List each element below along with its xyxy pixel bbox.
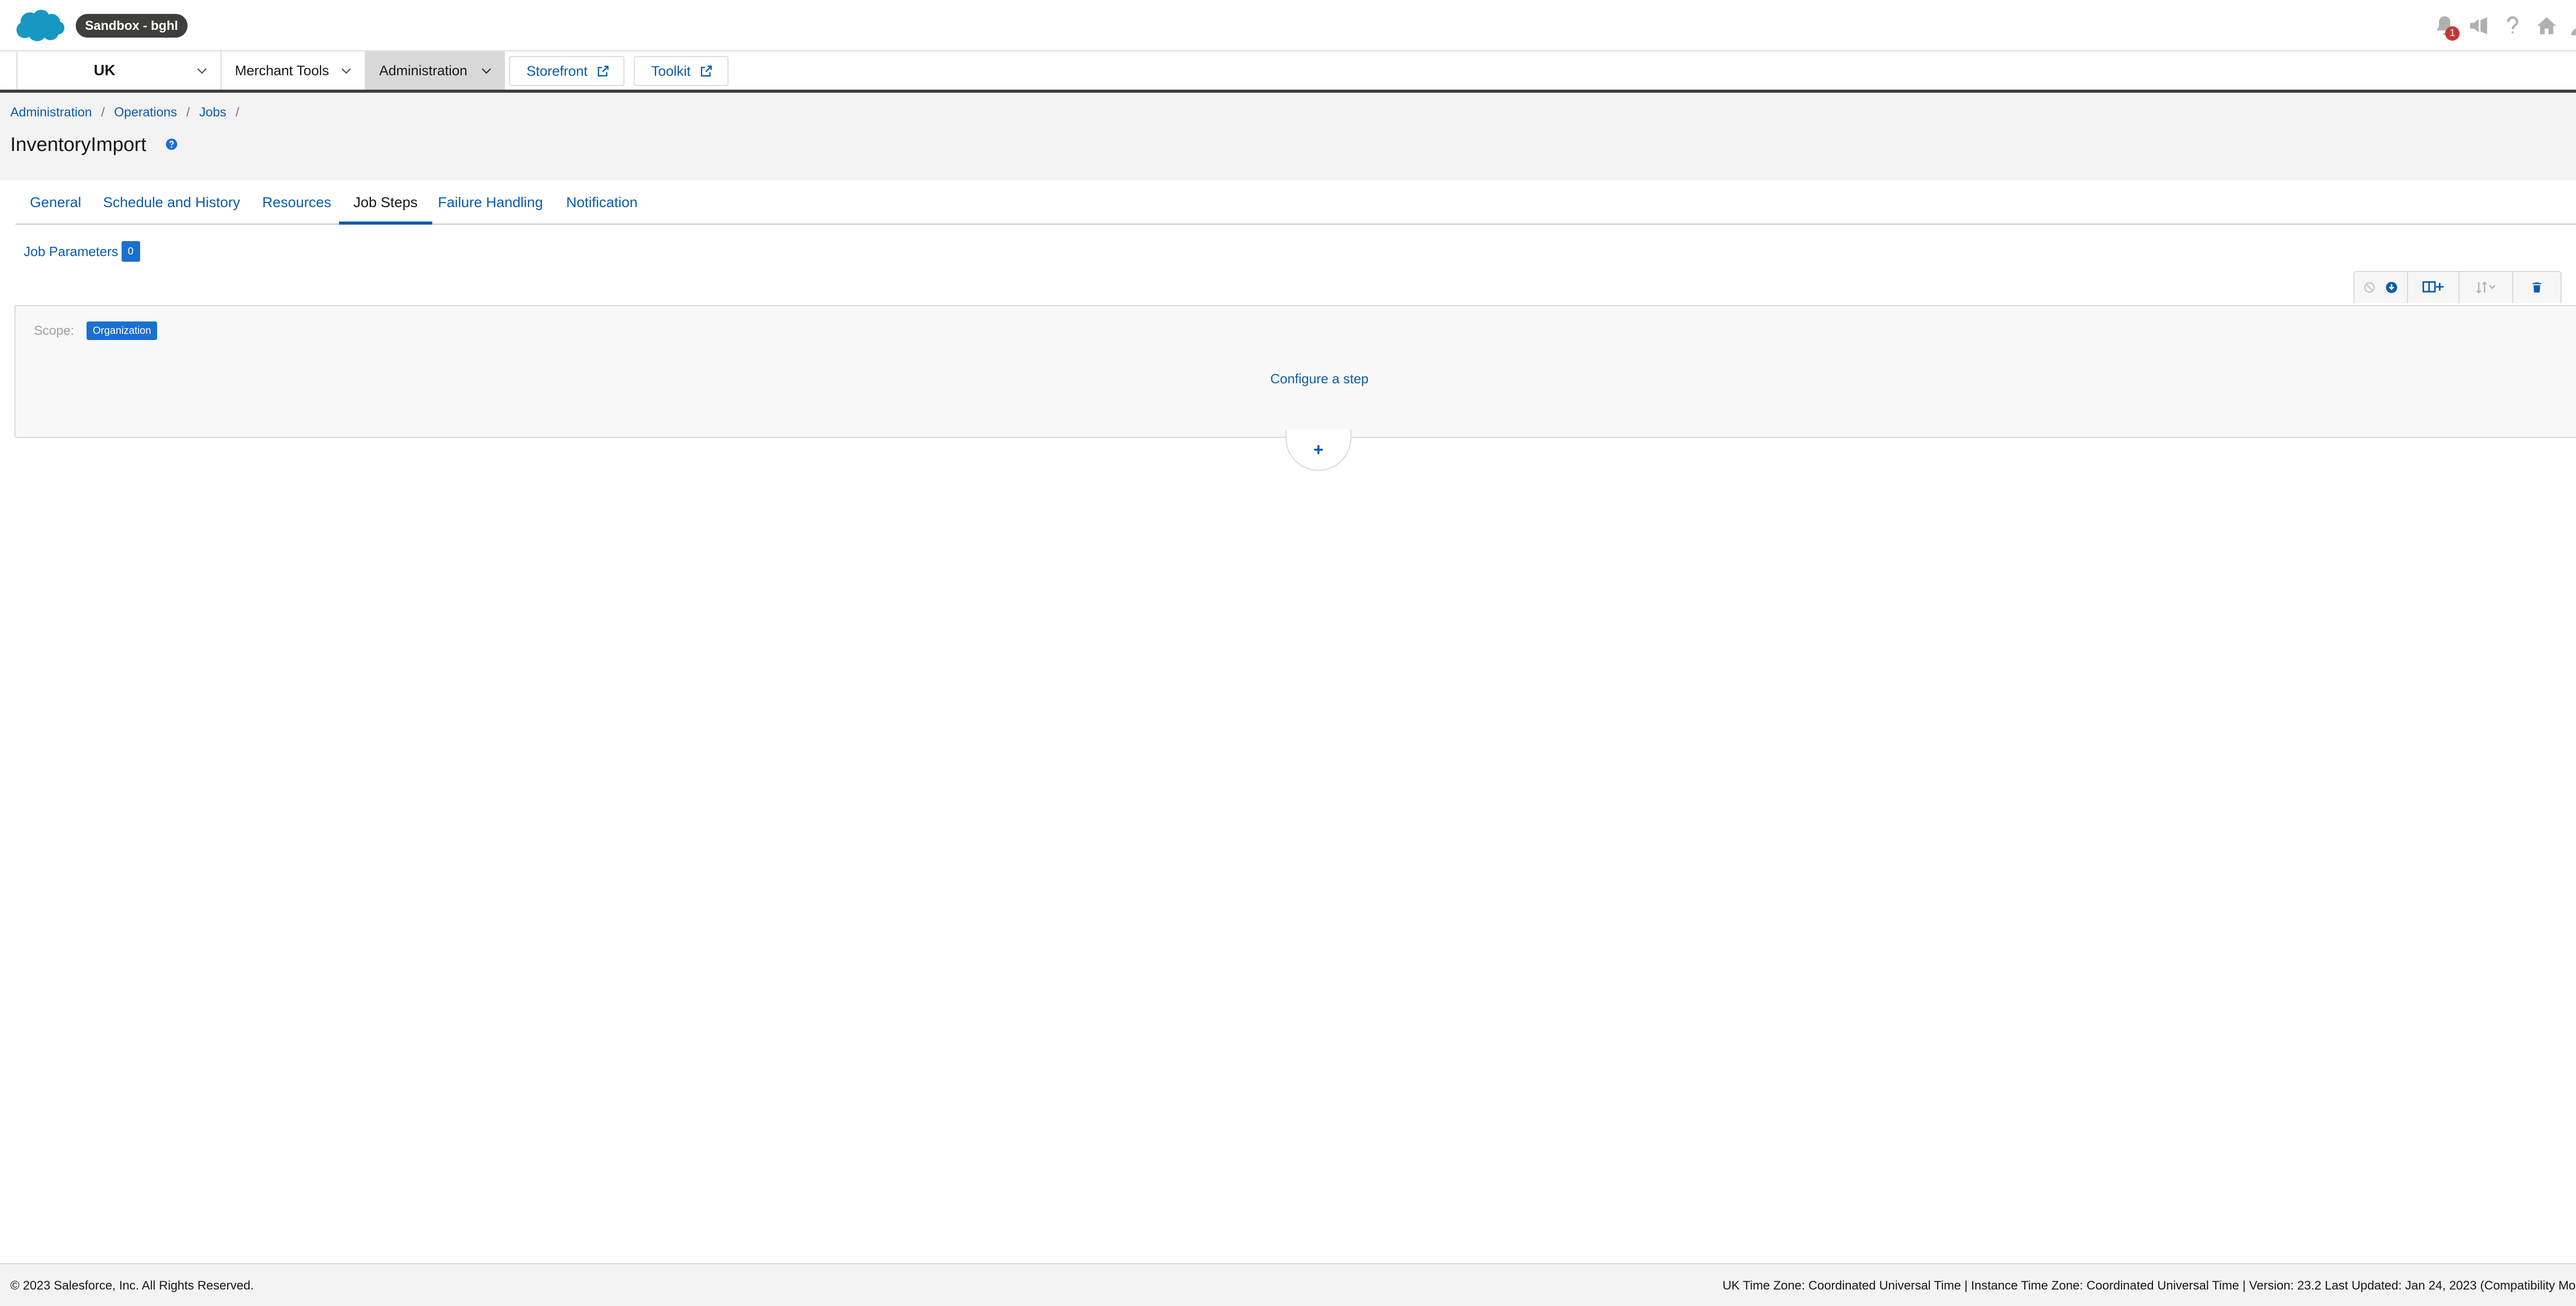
page-title: InventoryImport bbox=[10, 134, 146, 156]
footer-instance-info: UK Time Zone: Coordinated Universal Time… bbox=[1722, 1279, 2576, 1293]
tab-resources[interactable]: Resources bbox=[248, 180, 346, 225]
site-selector[interactable]: UK bbox=[16, 52, 222, 90]
delete-step-button[interactable] bbox=[2513, 272, 2561, 303]
question-mark-icon bbox=[2507, 16, 2518, 33]
footer: © 2023 Salesforce, Inc. All Rights Reser… bbox=[0, 1263, 2576, 1306]
tab-general[interactable]: General bbox=[15, 180, 96, 225]
step-toolbar-disable-group bbox=[2354, 272, 2408, 303]
site-selector-label: UK bbox=[94, 62, 115, 79]
tab-job-steps[interactable]: Job Steps bbox=[339, 180, 432, 225]
storefront-link[interactable]: Storefront bbox=[509, 56, 624, 86]
breadcrumb-separator: / bbox=[101, 105, 105, 120]
breadcrumb-separator: / bbox=[186, 105, 190, 120]
scope-label: Scope: bbox=[34, 324, 74, 338]
help-circle-icon[interactable] bbox=[165, 138, 178, 150]
nav-merchant-tools[interactable]: Merchant Tools bbox=[222, 52, 366, 90]
home-icon bbox=[2537, 17, 2556, 35]
add-column-button[interactable] bbox=[2408, 272, 2460, 303]
toolkit-link[interactable]: Toolkit bbox=[634, 56, 728, 86]
sandbox-badge: Sandbox - bghl bbox=[76, 14, 188, 38]
main-nav-bar: UK Merchant Tools Administration Storefr… bbox=[0, 52, 2576, 93]
user-icon bbox=[2571, 21, 2576, 36]
user-profile-button[interactable] bbox=[2569, 14, 2576, 38]
sort-button[interactable] bbox=[2460, 272, 2513, 303]
scope-value-badge: Organization bbox=[87, 321, 158, 340]
notification-count-badge: 1 bbox=[2445, 26, 2460, 41]
configure-step-link: Configure a step bbox=[15, 371, 2576, 387]
footer-copyright: © 2023 Salesforce, Inc. All Rights Reser… bbox=[10, 1279, 254, 1293]
chevron-down-icon bbox=[197, 68, 207, 74]
help-button[interactable] bbox=[2501, 14, 2524, 38]
tab-schedule-and-history[interactable]: Schedule and History bbox=[89, 180, 255, 225]
megaphone-icon bbox=[2470, 17, 2487, 35]
salesforce-cloud-logo[interactable] bbox=[14, 7, 66, 43]
nav-administration[interactable]: Administration bbox=[366, 52, 505, 90]
header-icon-group: 1 bbox=[2433, 11, 2576, 41]
breadcrumb-administration[interactable]: Administration bbox=[10, 105, 92, 120]
chevron-down-icon bbox=[342, 68, 351, 74]
breadcrumb-separator: / bbox=[235, 105, 240, 120]
tab-failure-handling[interactable]: Failure Handling bbox=[423, 180, 557, 225]
top-header: Sandbox - bghl 1 bbox=[0, 0, 2576, 52]
external-link-icon bbox=[597, 65, 608, 77]
job-parameters-label: Job Parameters bbox=[24, 243, 118, 259]
external-link-icon bbox=[700, 65, 712, 77]
job-parameters-count-badge: 0 bbox=[121, 241, 140, 262]
job-step-panel: Scope: Organization Configure a step bbox=[14, 305, 2576, 438]
tab-bar: General Schedule and History Resources J… bbox=[15, 180, 2576, 225]
configure-step-link-label[interactable]: Configure a step bbox=[1270, 371, 1369, 386]
sort-icon bbox=[2476, 281, 2496, 294]
trash-icon bbox=[2532, 282, 2541, 293]
breadcrumb-operations[interactable]: Operations bbox=[114, 105, 177, 120]
storefront-link-label: Storefront bbox=[527, 63, 588, 79]
home-button[interactable] bbox=[2535, 14, 2558, 38]
job-parameters-link[interactable]: Job Parameters 0 bbox=[24, 241, 140, 262]
disable-icon[interactable] bbox=[2363, 281, 2376, 294]
chevron-down-icon bbox=[482, 68, 491, 74]
announcements-button[interactable] bbox=[2467, 14, 2490, 38]
nav-administration-label: Administration bbox=[379, 62, 468, 78]
toolkit-link-label: Toolkit bbox=[651, 63, 691, 79]
step-toolbar bbox=[2353, 271, 2562, 303]
download-circle-icon[interactable] bbox=[2385, 281, 2398, 294]
notifications-button[interactable]: 1 bbox=[2433, 14, 2460, 41]
tab-notification[interactable]: Notification bbox=[552, 180, 652, 225]
nav-merchant-tools-label: Merchant Tools bbox=[235, 62, 329, 78]
page-header: Administration / Operations / Jobs / Inv… bbox=[0, 93, 2576, 180]
add-step-button[interactable]: + bbox=[1285, 430, 1351, 471]
breadcrumb-jobs[interactable]: Jobs bbox=[199, 105, 227, 120]
add-column-icon bbox=[2422, 281, 2444, 293]
breadcrumb: Administration / Operations / Jobs / bbox=[10, 105, 248, 120]
